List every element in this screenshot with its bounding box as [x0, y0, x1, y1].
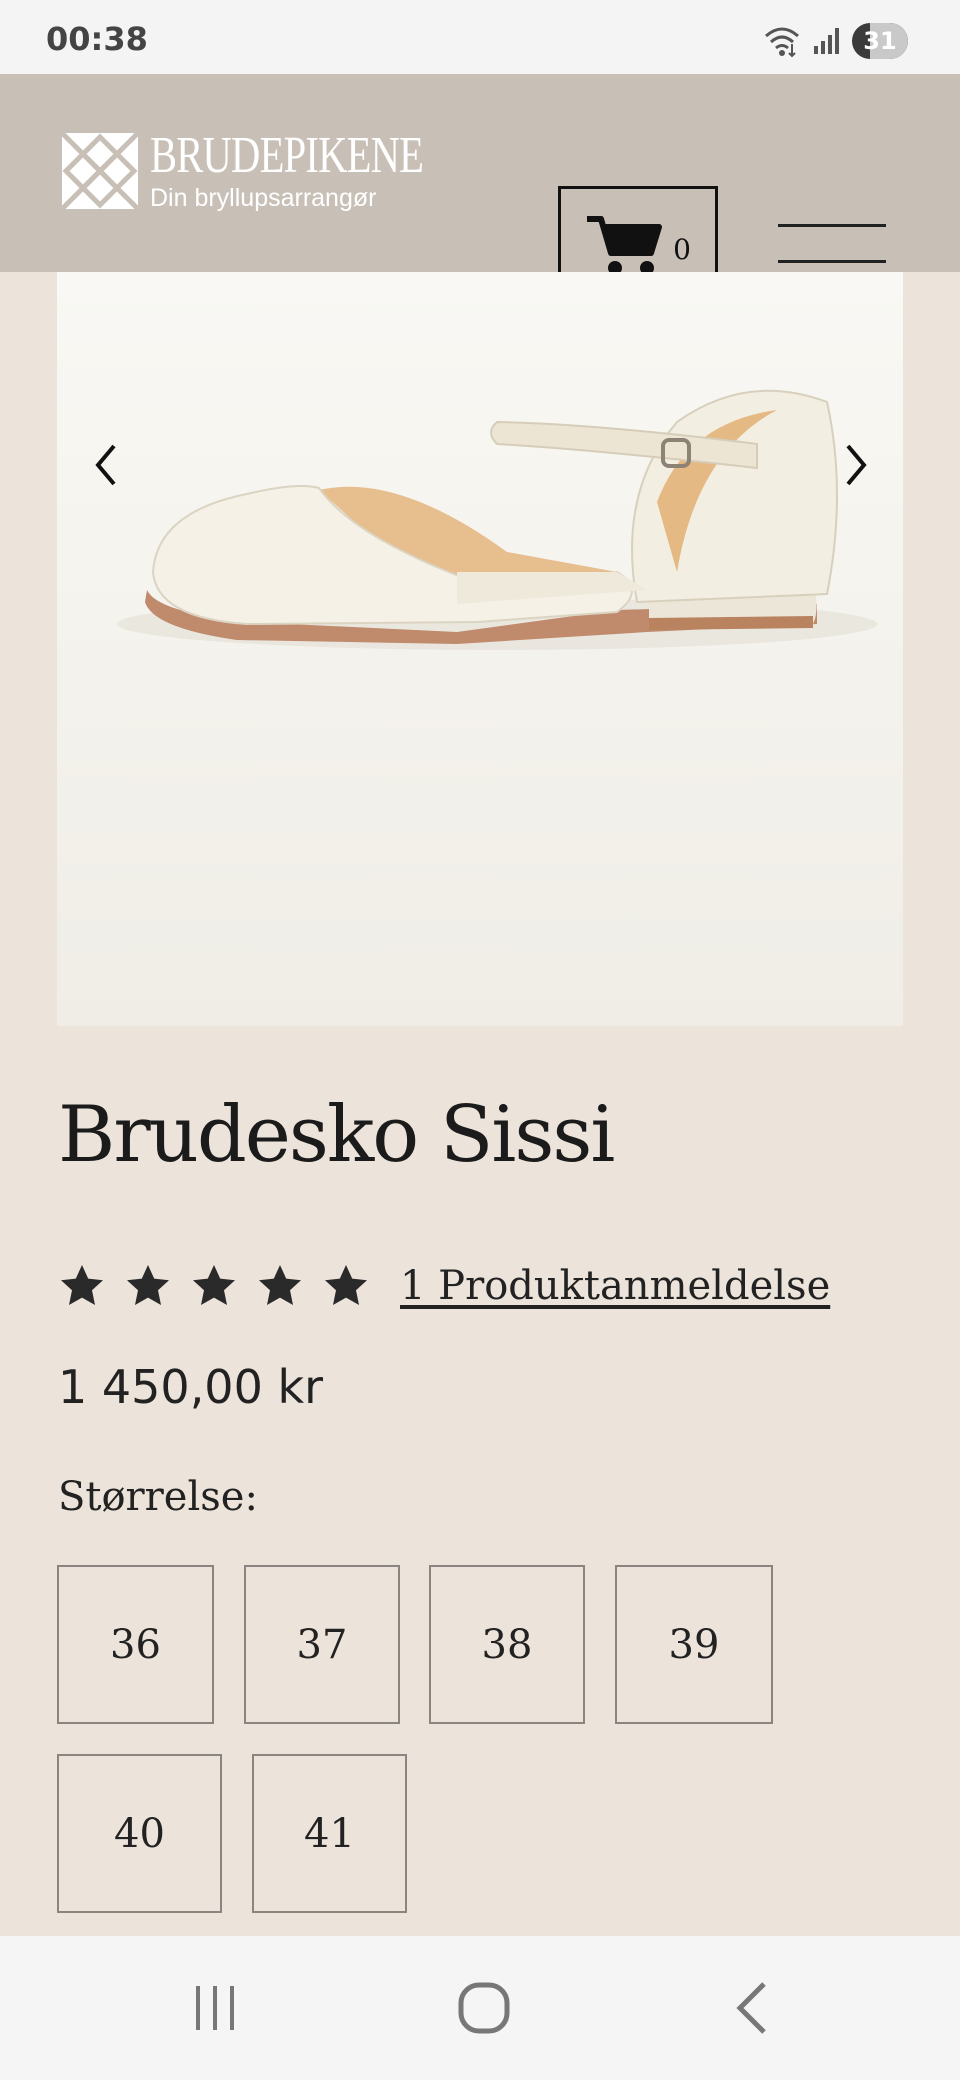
- product-rating: 1 Produktanmeldelse: [58, 1262, 830, 1310]
- shoe-image: [117, 389, 877, 650]
- site-header: BRUDEPIKENE Din bryllupsarrangør 0: [0, 74, 960, 306]
- review-link[interactable]: 1 Produktanmeldelse: [400, 1263, 830, 1309]
- size-label: Størrelse:: [58, 1474, 258, 1520]
- star-icon: [61, 1265, 103, 1305]
- size-option-40[interactable]: 40: [57, 1754, 222, 1913]
- star-icon: [325, 1265, 367, 1305]
- star-icon: [127, 1265, 169, 1305]
- product-price: 1 450,00 kr: [58, 1360, 324, 1414]
- product-image[interactable]: [57, 272, 903, 1026]
- logo-name: BRUDEPIKENE: [150, 127, 424, 184]
- size-option-39[interactable]: 39: [615, 1565, 773, 1724]
- size-option-38[interactable]: 38: [429, 1565, 585, 1724]
- star-icon: [259, 1265, 301, 1305]
- cart-icon: [587, 216, 663, 275]
- site-logo[interactable]: BRUDEPIKENE Din bryllupsarrangør: [60, 130, 500, 212]
- home-icon[interactable]: [456, 1980, 512, 2036]
- signal-icon: [814, 28, 839, 54]
- size-option-41[interactable]: 41: [252, 1754, 407, 1913]
- hamburger-menu-icon[interactable]: [778, 224, 886, 268]
- back-icon[interactable]: [730, 1980, 774, 2036]
- star-icon: [193, 1265, 235, 1305]
- size-option-37[interactable]: 37: [244, 1565, 400, 1724]
- battery-icon: 31: [852, 23, 908, 59]
- cart-count: 0: [673, 232, 691, 266]
- chevron-right-icon[interactable]: [836, 440, 876, 490]
- recent-apps-icon[interactable]: [190, 1980, 240, 2036]
- logo-tagline: Din bryllupsarrangør: [150, 184, 377, 212]
- size-option-36[interactable]: 36: [57, 1565, 214, 1724]
- status-time: 00:38: [46, 20, 148, 58]
- logo-mark-icon: [60, 131, 140, 211]
- status-bar: 00:38 31: [0, 0, 960, 74]
- status-icons: 31: [762, 22, 908, 60]
- product-title: Brudesko Sissi: [58, 1090, 615, 1180]
- system-nav-bar: [0, 1936, 960, 2080]
- wifi-icon: [765, 27, 799, 58]
- chevron-left-icon[interactable]: [86, 440, 126, 490]
- battery-level: 31: [863, 27, 897, 55]
